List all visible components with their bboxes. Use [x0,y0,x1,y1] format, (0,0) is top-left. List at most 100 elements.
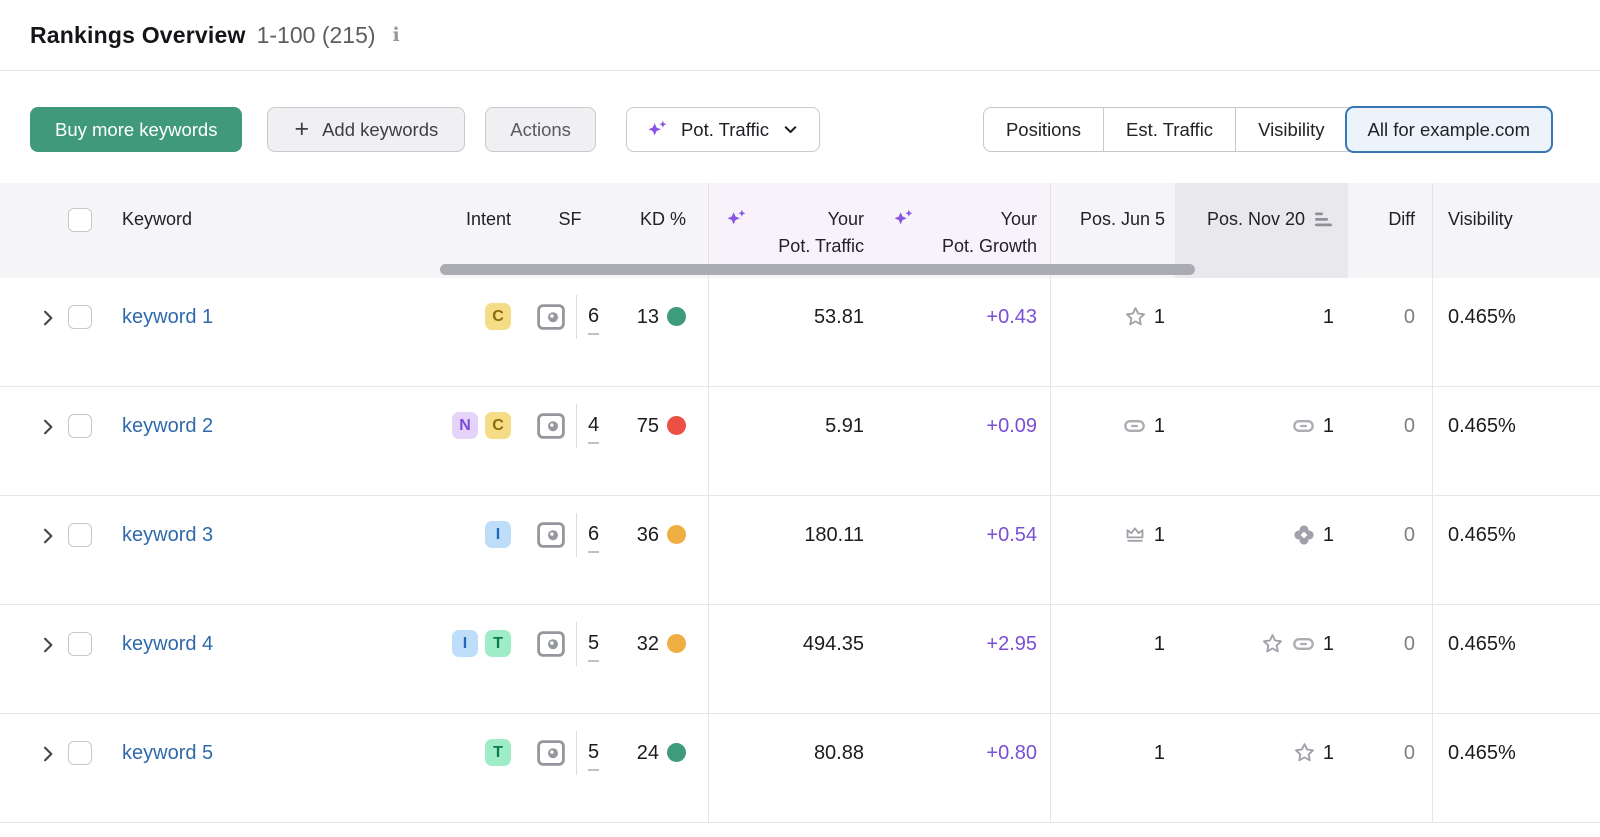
plus-icon: + [294,117,309,142]
visibility-cell: 0.465% [1432,387,1600,495]
keyword-link[interactable]: keyword 4 [122,633,213,655]
page-title: Rankings Overview [30,22,246,49]
serp-features-preview-icon[interactable] [537,740,565,766]
kd-value: 13 [637,302,659,332]
intent-cell: I [440,496,525,604]
keyword-cell: keyword 2 [98,387,440,495]
kd-difficulty-dot [667,634,686,653]
kd-difficulty-dot [667,307,686,326]
sf-count: 6 [588,521,599,553]
keyword-cell: keyword 5 [98,714,440,822]
intent-cell: T [440,714,525,822]
table-row: keyword 5T52480.88+0.801100.465% [0,714,1600,823]
select-all-checkbox[interactable] [68,208,92,232]
divider [576,622,577,666]
kd-cell: 32 [615,605,708,713]
intent-badge-t: T [485,739,511,766]
column-header-diff[interactable]: Diff [1348,183,1432,278]
diff-cell: 0 [1348,278,1432,386]
diff-cell: 0 [1348,605,1432,713]
info-icon[interactable]: i [393,24,400,46]
kd-value: 24 [637,738,659,768]
tab-est-traffic[interactable]: Est. Traffic [1103,108,1235,151]
tab-all-for-example-com[interactable]: All for example.com [1345,106,1553,153]
pos-nov20-cell: 1 [1175,714,1348,822]
pot-growth-cell: +2.95 [880,605,1050,713]
row-checkbox-cell [62,496,98,604]
expand-row-button[interactable] [30,714,62,822]
serp-features-preview-icon[interactable] [537,631,565,657]
intent-badge-i: I [452,630,478,657]
kd-cell: 13 [615,278,708,386]
expand-row-button[interactable] [30,278,62,386]
column-header-line1: Your [828,209,864,229]
horizontal-scrollbar[interactable] [440,264,1195,275]
link-icon [1291,414,1316,495]
sf-count: 4 [588,412,599,444]
position-value: 1 [1323,302,1334,386]
row-checkbox-cell [62,605,98,713]
row-left-pad [0,278,30,386]
column-header-keyword[interactable]: Keyword [98,183,440,278]
metric-dropdown-label: Pot. Traffic [681,119,769,141]
add-keywords-label: Add keywords [322,119,438,141]
keyword-cell: keyword 1 [98,278,440,386]
keyword-link[interactable]: keyword 2 [122,415,213,437]
header-expand-col [30,183,62,278]
sf-count: 5 [588,630,599,662]
pot-traffic-cell: 5.91 [708,387,880,495]
row-checkbox[interactable] [68,741,92,765]
pot-growth-cell: +0.43 [880,278,1050,386]
column-header-pos-nov-20[interactable]: Pos. Nov 20 [1175,183,1348,278]
buy-more-keywords-button[interactable]: Buy more keywords [30,107,242,152]
add-keywords-button[interactable]: + Add keywords [267,107,465,152]
position-value: 1 [1154,411,1165,495]
expand-row-button[interactable] [30,605,62,713]
divider [576,731,577,775]
diff-cell: 0 [1348,387,1432,495]
star-icon [1261,632,1284,713]
pos-nov20-cell: 1 [1175,387,1348,495]
serp-features-preview-icon[interactable] [537,522,565,548]
metric-dropdown[interactable]: Pot. Traffic [626,107,820,152]
tab-visibility[interactable]: Visibility [1235,108,1346,151]
sf-count: 6 [588,303,599,335]
sf-cell: 5 [525,714,615,822]
column-header-visibility[interactable]: Visibility [1432,183,1600,278]
row-left-pad [0,714,30,822]
actions-button[interactable]: Actions [485,107,596,152]
visibility-cell: 0.465% [1432,714,1600,822]
table-row: keyword 2NC4755.91+0.091100.465% [0,387,1600,496]
position-value: 1 [1323,738,1334,822]
row-checkbox[interactable] [68,305,92,329]
pos-jun5-cell: 1 [1050,278,1175,386]
sf-cell: 5 [525,605,615,713]
position-value: 1 [1154,629,1165,713]
intent-badge-i: I [485,521,511,548]
intent-badge-c: C [485,303,511,330]
table-row: keyword 4IT532494.35+2.951100.465% [0,605,1600,714]
quatrefoil-icon [1292,523,1316,604]
position-value: 1 [1154,302,1165,386]
position-value: 1 [1323,411,1334,495]
divider [576,404,577,448]
column-header-line2: Pot. Growth [942,236,1037,256]
row-checkbox[interactable] [68,523,92,547]
keyword-link[interactable]: keyword 5 [122,742,213,764]
keyword-link[interactable]: keyword 1 [122,306,213,328]
sparkles-icon [892,208,915,229]
serp-features-preview-icon[interactable] [537,304,565,330]
chevron-right-icon [38,529,58,551]
row-checkbox[interactable] [68,632,92,656]
expand-row-button[interactable] [30,496,62,604]
pos-jun5-cell: 1 [1050,605,1175,713]
view-tabs: Positions Est. Traffic Visibility All fo… [983,107,1552,152]
expand-row-button[interactable] [30,387,62,495]
tab-positions[interactable]: Positions [984,108,1103,151]
keyword-link[interactable]: keyword 3 [122,524,213,546]
result-range: 1-100 (215) [257,22,376,49]
link-icon [1291,632,1316,713]
position-value: 1 [1154,520,1165,604]
row-checkbox[interactable] [68,414,92,438]
serp-features-preview-icon[interactable] [537,413,565,439]
